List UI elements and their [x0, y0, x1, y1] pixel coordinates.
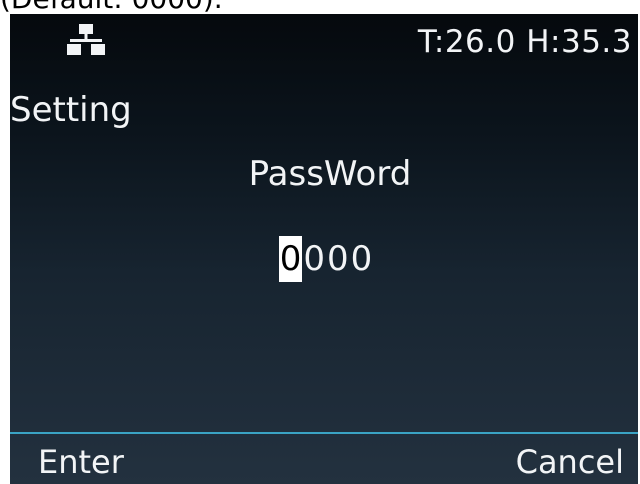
password-digit[interactable]: 0	[350, 236, 374, 282]
network-icon	[67, 24, 105, 55]
menu-title: Setting	[10, 90, 132, 130]
cancel-softkey[interactable]: Cancel	[516, 442, 624, 482]
password-digit[interactable]: 0	[326, 236, 350, 282]
device-screen: T:26.0 H:35.3 Setting PassWord 0000 Ente…	[10, 14, 638, 484]
temperature-humidity-readout: T:26.0 H:35.3	[417, 24, 632, 60]
password-input[interactable]: 0000	[10, 236, 638, 282]
page: (Default: 0000). T:26.0 H:35.3 Setting P…	[0, 0, 640, 484]
status-bar: T:26.0 H:35.3	[10, 14, 638, 74]
softkey-divider	[10, 432, 638, 434]
password-digit[interactable]: 0	[278, 236, 303, 282]
enter-softkey[interactable]: Enter	[38, 442, 124, 482]
password-label: PassWord	[248, 154, 412, 194]
caption-text: (Default: 0000).	[0, 0, 223, 14]
password-digit[interactable]: 0	[302, 236, 326, 282]
